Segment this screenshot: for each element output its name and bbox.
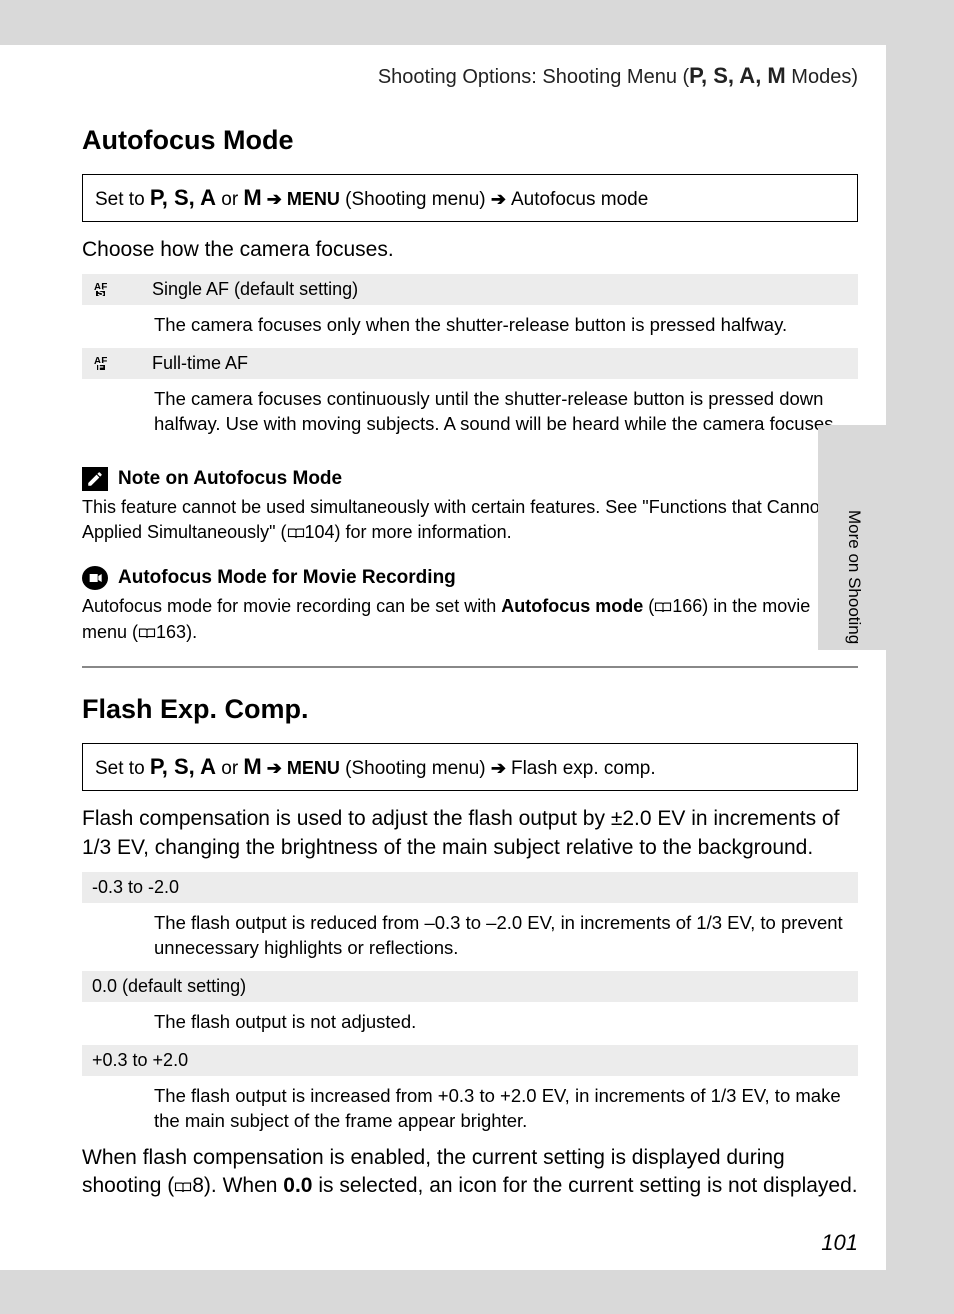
menu-path-flash: Set to P, S, A or M ➔ MENU (Shooting men… [82,743,858,791]
option-row: -0.3 to -2.0 [82,872,858,903]
note-title-text: Autofocus Mode for Movie Recording [118,567,456,589]
section-divider [82,666,858,668]
icon-bot: S [96,291,105,297]
path-mode-m: M [243,754,261,779]
outro-text: is selected, an icon for the current set… [312,1174,857,1197]
book-icon [174,1174,192,1202]
menu-label: MENU [287,758,340,778]
manual-page: More on Shooting Shooting Options: Shoot… [0,45,886,1270]
menu-label: MENU [287,189,340,209]
flash-exp-comp-title: Flash Exp. Comp. [82,694,858,725]
book-icon [287,522,305,546]
page-ref: 166 [672,596,702,616]
path-mode-m: M [243,185,261,210]
option-body: The camera focuses only when the shutter… [82,305,858,348]
note-text: Autofocus mode for movie recording can b… [82,596,501,616]
section-side-label: More on Shooting [844,510,864,644]
path-text: or [216,758,243,779]
header-prefix: Shooting Options: Shooting Menu ( [378,66,689,88]
note-autofocus: Note on Autofocus Mode This feature cann… [82,467,858,546]
outro-text: ). When [204,1174,283,1197]
outro-bold: 0.0 [283,1174,312,1197]
path-text: (Shooting menu) [340,189,491,210]
option-row: AFF Full-time AF [82,348,858,379]
book-icon [654,596,672,620]
option-label: Single AF (default setting) [152,279,358,300]
page-ref: 104 [305,522,335,542]
arrow-icon: ➔ [491,758,511,778]
note-title-text: Note on Autofocus Mode [118,468,342,490]
icon-bot: F [97,365,105,371]
path-text: Set to [95,758,150,779]
af-s-icon: AFS [88,279,152,300]
option-body: The flash output is increased from +0.3 … [82,1076,858,1144]
option-row: AFS Single AF (default setting) [82,274,858,305]
arrow-icon: ➔ [491,189,511,209]
menu-path-autofocus: Set to P, S, A or M ➔ MENU (Shooting men… [82,174,858,222]
option-label: Full-time AF [152,353,248,374]
option-body: The camera focuses continuously until th… [82,379,858,447]
af-f-icon: AFF [88,353,152,374]
note-body: This feature cannot be used simultaneous… [82,495,858,546]
note-text: ). [186,622,197,642]
option-body: The flash output is reduced from –0.3 to… [82,903,858,971]
path-item: Flash exp. comp. [511,758,656,779]
flash-outro: When flash compensation is enabled, the … [82,1144,858,1203]
path-modes: P, S, A [150,754,216,779]
arrow-icon: ➔ [262,189,287,209]
book-icon [138,622,156,646]
option-row: +0.3 to +2.0 [82,1045,858,1076]
path-modes: P, S, A [150,185,216,210]
arrow-icon: ➔ [262,758,287,778]
autofocus-intro: Choose how the camera focuses. [82,236,858,264]
option-row: 0.0 (default setting) [82,971,858,1002]
page-number: 101 [821,1230,858,1256]
note-text: ( [643,596,654,616]
pencil-icon [82,467,108,491]
movie-icon [82,566,108,590]
note-body: Autofocus mode for movie recording can b… [82,594,858,647]
path-text: or [216,189,243,210]
path-text: (Shooting menu) [340,758,491,779]
note-bold: Autofocus mode [501,596,643,616]
option-body: The flash output is not adjusted. [82,1002,858,1045]
path-text: Set to [95,189,150,210]
page-ref: 8 [192,1174,204,1197]
note-text: ) for more information. [335,522,512,542]
flash-intro: Flash compensation is used to adjust the… [82,805,858,862]
header-suffix: Modes) [786,66,858,88]
header-modes: P, S, A, M [689,63,786,88]
autofocus-mode-title: Autofocus Mode [82,125,858,156]
page-header: Shooting Options: Shooting Menu (P, S, A… [82,63,858,89]
note-movie-af: Autofocus Mode for Movie Recording Autof… [82,566,858,647]
path-item: Autofocus mode [511,189,648,210]
page-ref: 163 [156,622,186,642]
